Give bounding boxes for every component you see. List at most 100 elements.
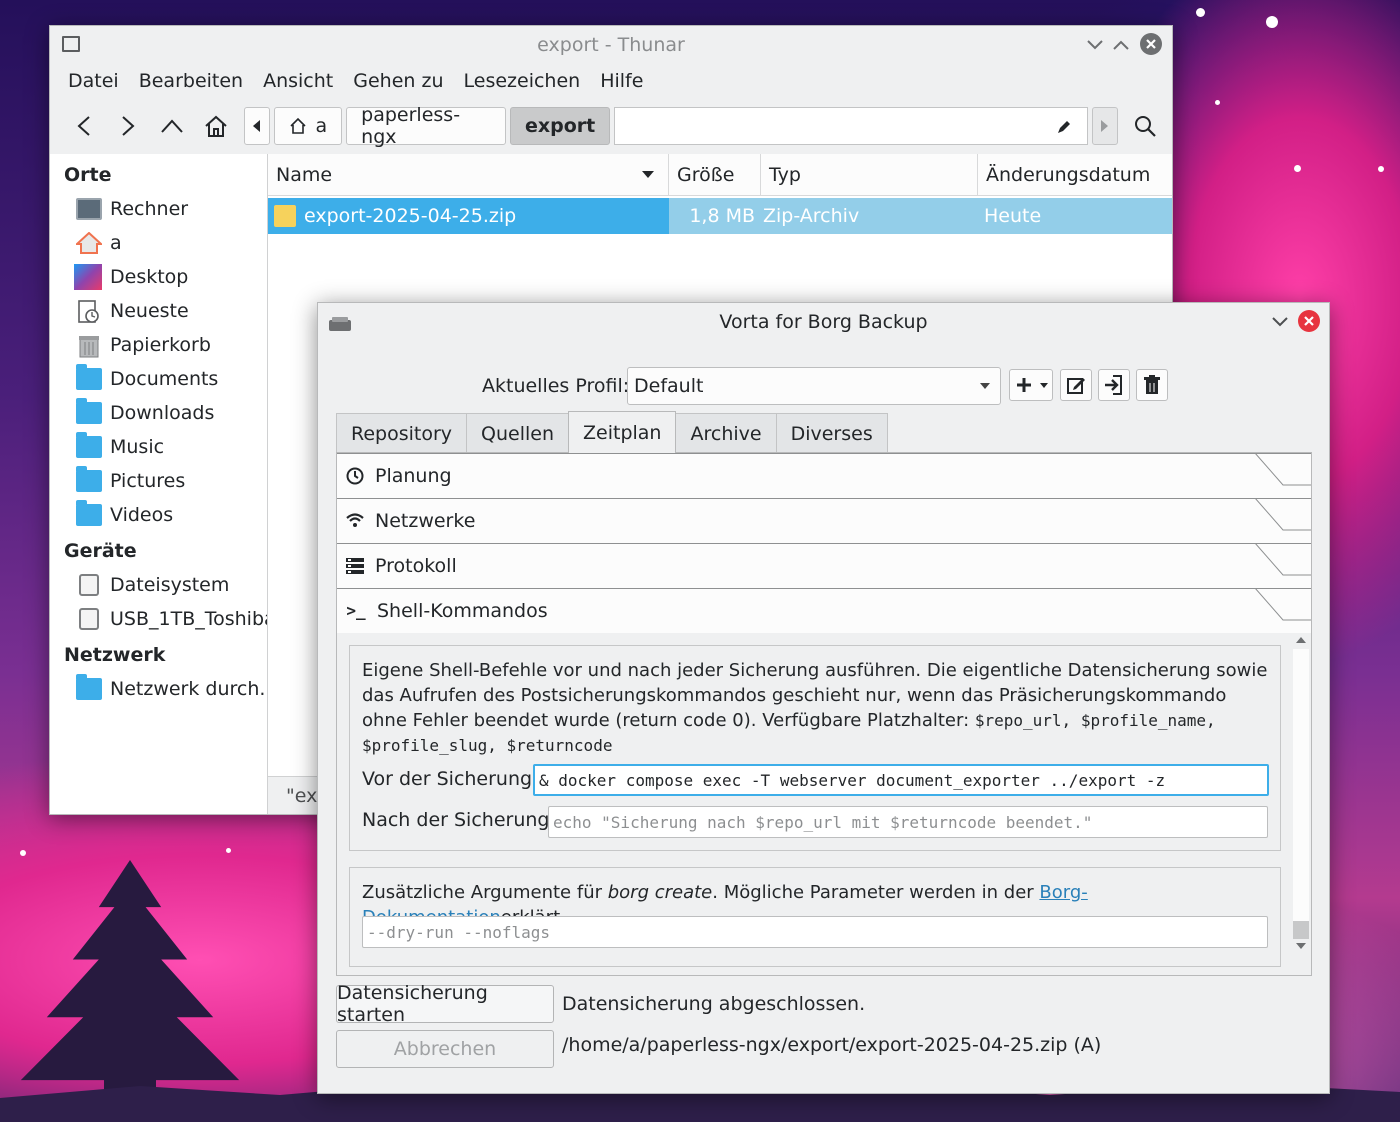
- section-divider: [1251, 588, 1311, 621]
- delete-profile-button[interactable]: [1136, 369, 1168, 401]
- side-pane: Orte Rechner a Desktop Neueste Papierkor…: [50, 154, 268, 814]
- tab-repository[interactable]: Repository: [336, 413, 468, 453]
- extra-args-command: borg create: [607, 882, 713, 903]
- pre-backup-command-input[interactable]: & docker compose exec -T webserver docum…: [533, 764, 1269, 796]
- tab-zeitplan[interactable]: Zeitplan: [568, 411, 677, 453]
- path-scroll-left-button[interactable]: [243, 107, 270, 145]
- sidebar-item-label: Videos: [110, 504, 174, 526]
- chevron-down-icon: [1087, 40, 1103, 50]
- path-segment-paperless-ngx[interactable]: paperless-ngx: [346, 104, 506, 148]
- column-header-size[interactable]: Größe: [669, 154, 761, 195]
- path-segment-export[interactable]: export: [509, 107, 611, 145]
- import-icon: [1105, 375, 1122, 395]
- cancel-button[interactable]: Abbrechen: [336, 1030, 554, 1068]
- scrollbar-handle[interactable]: [1293, 921, 1309, 939]
- section-shell-kommandos[interactable]: >_ Shell-Kommandos: [337, 588, 1311, 633]
- sidebar-item-neueste[interactable]: Neueste: [50, 294, 267, 328]
- scroll-down-icon[interactable]: [1292, 939, 1310, 953]
- tab-quellen[interactable]: Quellen: [466, 413, 570, 453]
- path-home-button[interactable]: a: [273, 107, 343, 145]
- profile-row: Aktuelles Profil: Default: [318, 367, 1329, 405]
- home-button[interactable]: [200, 109, 233, 143]
- sidebar-item-downloads[interactable]: Downloads: [50, 396, 267, 430]
- vorta-window-title: Vorta for Borg Backup: [719, 311, 928, 333]
- arrow-left-icon: [77, 116, 91, 136]
- desktop-icon: [74, 264, 102, 290]
- trash-icon: [76, 334, 102, 358]
- location-entry[interactable]: [614, 107, 1089, 145]
- shell-commands-group: Eigene Shell-Befehle vor und nach jeder …: [349, 645, 1281, 851]
- maximize-button[interactable]: [1110, 34, 1132, 56]
- sidebar-item-usb-drive[interactable]: USB_1TB_Toshiba: [50, 602, 267, 636]
- menu-datei[interactable]: Datei: [58, 70, 129, 92]
- menu-hilfe[interactable]: Hilfe: [590, 70, 653, 92]
- thunar-titlebar[interactable]: export - Thunar: [50, 26, 1172, 64]
- dropdown-arrow-icon: [980, 383, 990, 389]
- section-protokoll[interactable]: Protokoll: [337, 543, 1311, 588]
- minimize-button[interactable]: [1269, 311, 1291, 333]
- path-home-label: a: [315, 115, 328, 137]
- star: [1266, 16, 1278, 28]
- sidebar-item-papierkorb[interactable]: Papierkorb: [50, 328, 267, 362]
- sidebar-item-rechner[interactable]: Rechner: [50, 192, 267, 226]
- parent-folder-button[interactable]: [156, 109, 189, 143]
- section-planung[interactable]: Planung: [337, 453, 1311, 498]
- path-scroll-right-button[interactable]: [1092, 107, 1119, 145]
- sidebar-item-pictures[interactable]: Pictures: [50, 464, 267, 498]
- network-folder-icon: [76, 674, 102, 700]
- folder-icon: [76, 398, 102, 424]
- back-button[interactable]: [68, 109, 101, 143]
- sidebar-item-home[interactable]: a: [50, 226, 267, 260]
- menu-lesezeichen[interactable]: Lesezeichen: [454, 70, 591, 92]
- minimize-button[interactable]: [1084, 34, 1106, 56]
- post-backup-command-input[interactable]: echo "Sicherung nach $repo_url mit $retu…: [548, 806, 1268, 838]
- tab-diverses[interactable]: Diverses: [775, 413, 888, 453]
- close-button[interactable]: [1140, 33, 1162, 55]
- sidebar-item-browse-network[interactable]: Netzwerk durch...: [50, 672, 267, 706]
- menu-gehen-zu[interactable]: Gehen zu: [343, 70, 453, 92]
- edit-profile-button[interactable]: [1060, 369, 1092, 401]
- extra-arguments-placeholder: --dry-run --noflags: [367, 922, 551, 942]
- sidebar-item-dateisystem[interactable]: Dateisystem: [50, 568, 267, 602]
- sidebar-item-label: Documents: [110, 368, 219, 390]
- arrow-right-icon: [122, 116, 135, 136]
- column-header-name[interactable]: Name: [268, 154, 669, 195]
- sidebar-item-desktop[interactable]: Desktop: [50, 260, 267, 294]
- column-header-modified[interactable]: Änderungsdatum: [978, 154, 1172, 195]
- sidebar-item-label: Music: [110, 436, 165, 458]
- sidebar-item-videos[interactable]: Videos: [50, 498, 267, 532]
- forward-button[interactable]: [112, 109, 145, 143]
- sidebar-item-documents[interactable]: Documents: [50, 362, 267, 396]
- menu-bearbeiten[interactable]: Bearbeiten: [129, 70, 253, 92]
- scrollbar[interactable]: [1292, 633, 1310, 953]
- pencil-icon[interactable]: [1055, 118, 1073, 136]
- terminal-icon: >_: [346, 601, 366, 620]
- extra-arguments-input[interactable]: --dry-run --noflags: [362, 916, 1268, 948]
- plus-icon: [1017, 378, 1031, 392]
- column-header-label: Name: [276, 163, 333, 186]
- column-header-type[interactable]: Typ: [761, 154, 978, 195]
- chevron-down-icon: [1272, 317, 1288, 327]
- profile-select-value: Default: [634, 375, 704, 397]
- add-profile-button[interactable]: [1009, 369, 1053, 401]
- sidebar-item-music[interactable]: Music: [50, 430, 267, 464]
- triangle-right-icon: [1101, 120, 1109, 132]
- close-button[interactable]: [1298, 310, 1320, 332]
- menu-ansicht[interactable]: Ansicht: [253, 70, 343, 92]
- close-icon: [1304, 316, 1314, 326]
- profile-select[interactable]: Default: [627, 367, 1001, 405]
- scroll-up-icon[interactable]: [1292, 633, 1310, 647]
- start-backup-button[interactable]: Datensicherung starten: [336, 982, 554, 1026]
- recent-icon: [76, 300, 102, 323]
- sort-down-icon: [642, 171, 654, 178]
- search-button[interactable]: [1128, 109, 1161, 143]
- extra-args-text: . Mögliche Parameter werden in der: [712, 882, 1040, 903]
- scrollbar-track[interactable]: [1293, 649, 1309, 921]
- file-row[interactable]: export-2025-04-25.zip 1,8 MB Zip-Archiv …: [268, 198, 1172, 234]
- import-profile-button[interactable]: [1098, 369, 1130, 401]
- tab-archive[interactable]: Archive: [675, 413, 777, 453]
- section-netzwerke[interactable]: Netzwerke: [337, 498, 1311, 543]
- main-tabs: Repository Quellen Zeitplan Archive Dive…: [336, 411, 888, 453]
- post-backup-placeholder: echo "Sicherung nach $repo_url mit $retu…: [553, 812, 1093, 832]
- vorta-titlebar[interactable]: Vorta for Borg Backup: [318, 303, 1329, 341]
